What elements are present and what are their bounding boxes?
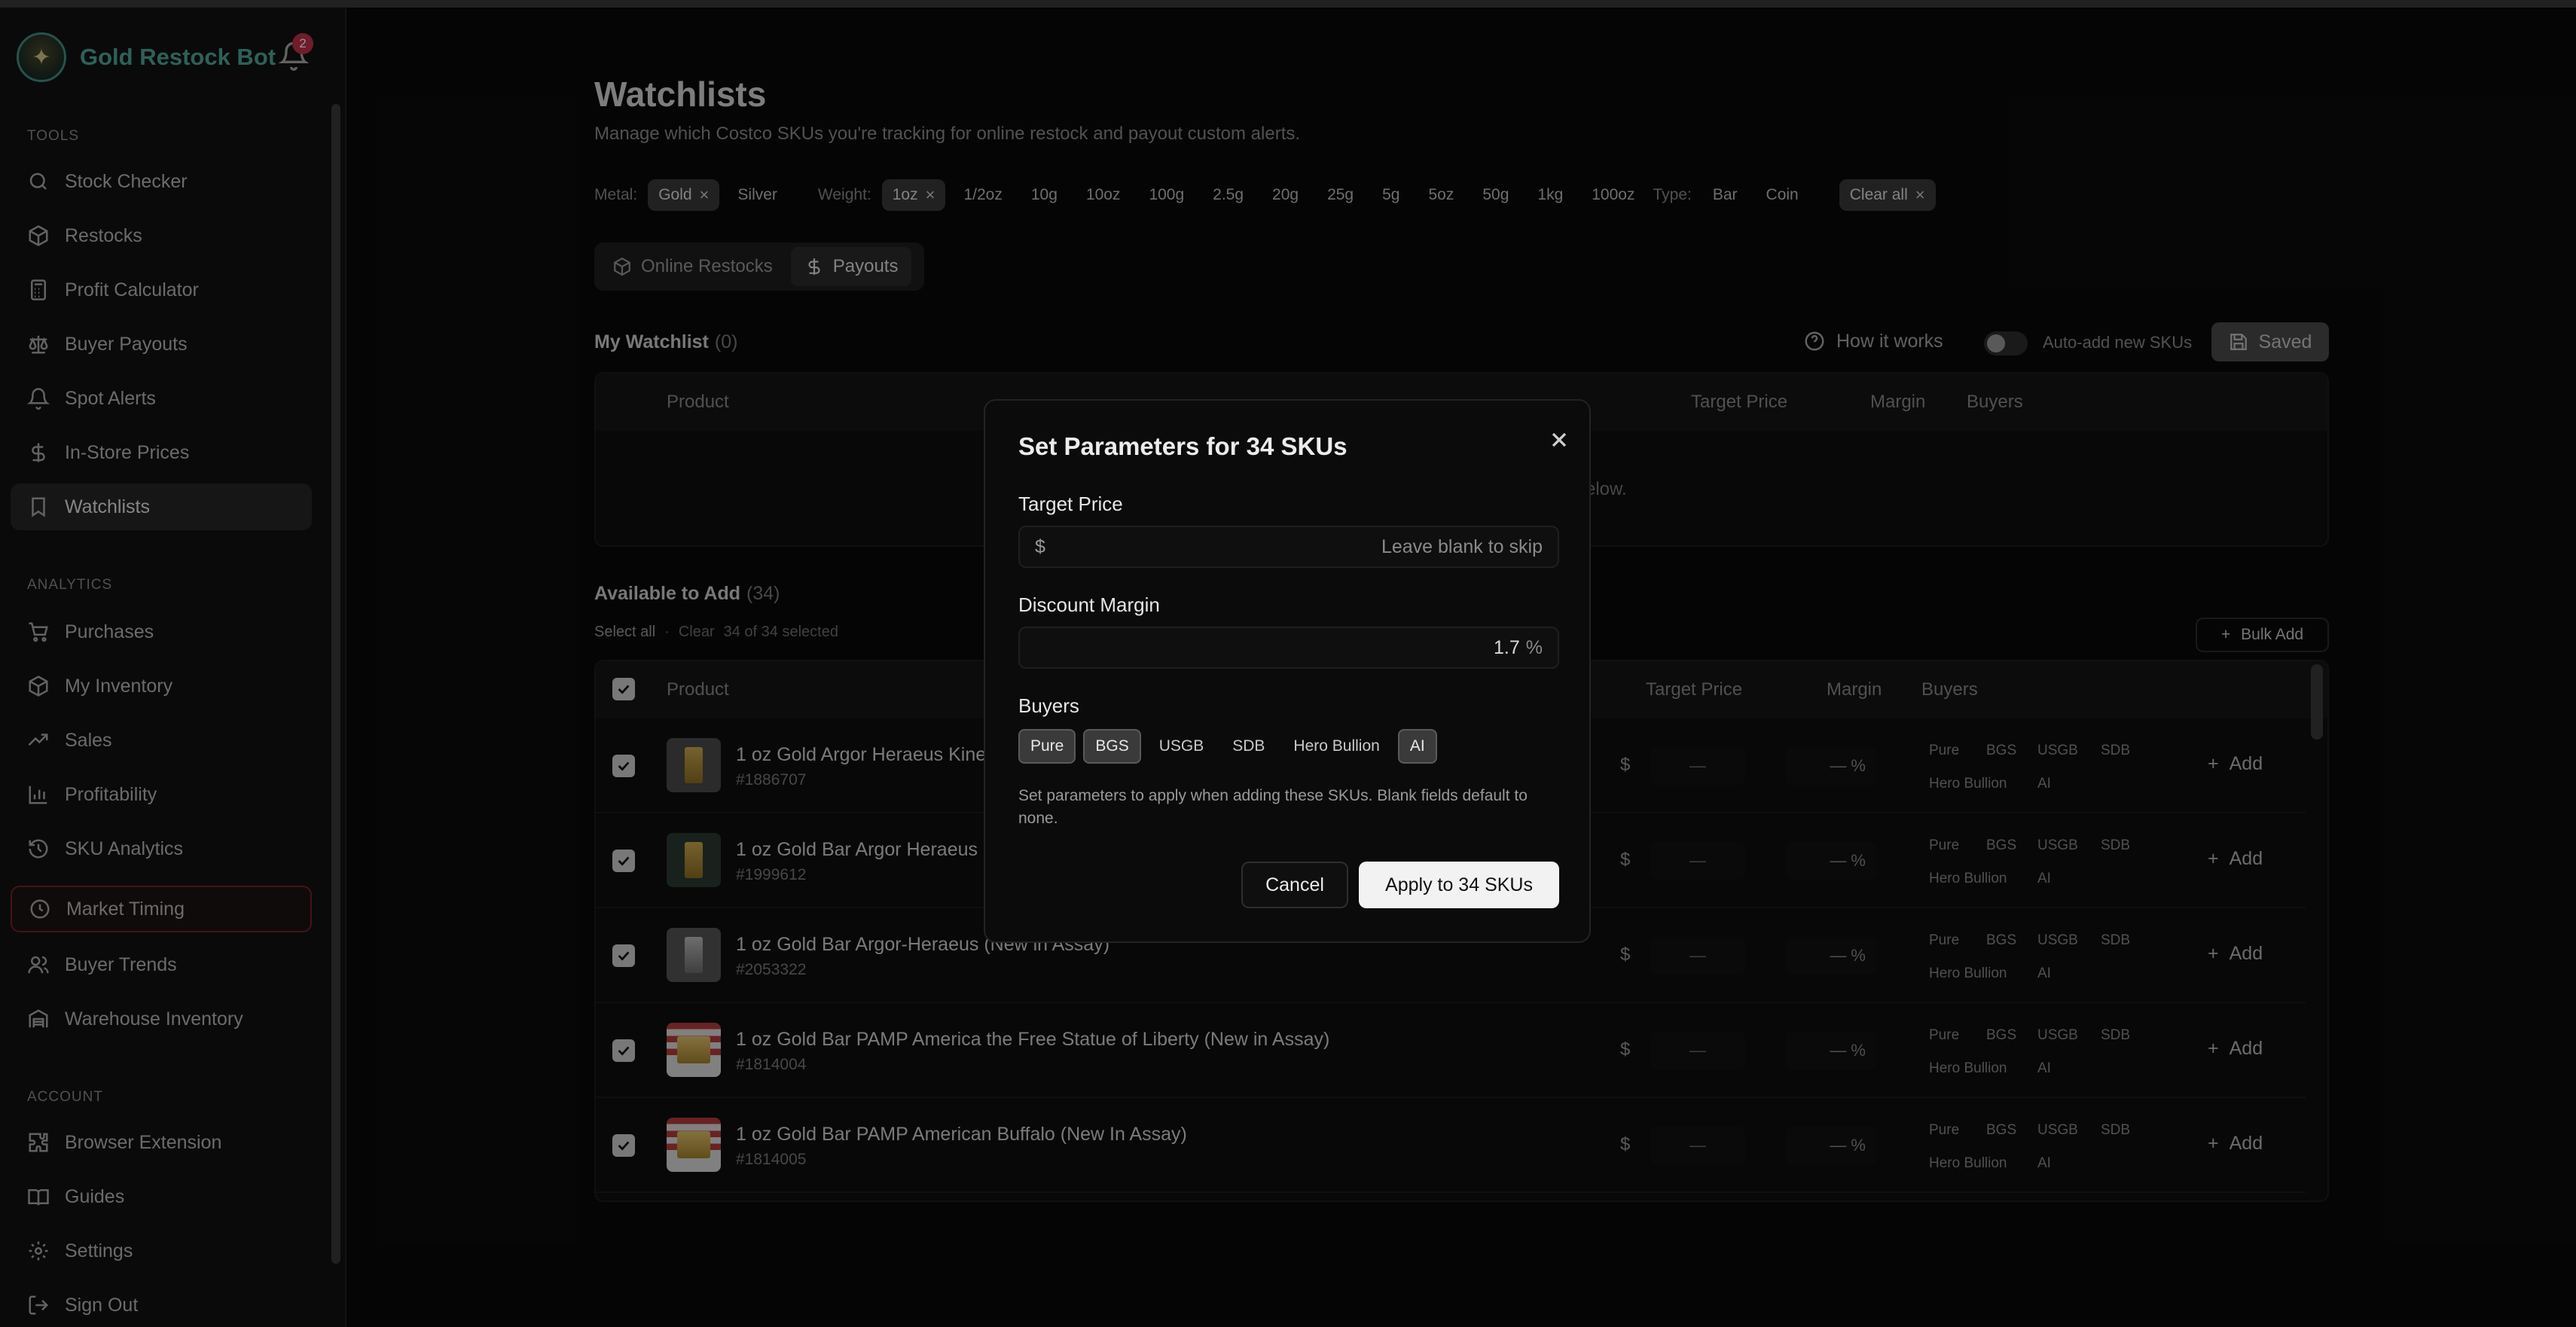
- buyer-toggle-ai[interactable]: AI: [1397, 729, 1437, 764]
- buyers-label: Buyers: [1018, 694, 1079, 717]
- buyer-toggle-pure[interactable]: Pure: [1018, 729, 1076, 764]
- close-button[interactable]: [1547, 428, 1571, 452]
- buyer-toggle-hero-bullion[interactable]: Hero Bullion: [1283, 729, 1390, 764]
- buyer-toggle-usgb[interactable]: USGB: [1149, 729, 1215, 764]
- discount-margin-label: Discount Margin: [1018, 593, 1160, 616]
- percent-suffix: %: [1525, 636, 1543, 658]
- discount-margin-field[interactable]: 1.7 %: [1018, 627, 1559, 669]
- dialog-help-text: Set parameters to apply when adding thes…: [1018, 787, 1528, 827]
- margin-value: 1.7: [1494, 636, 1520, 658]
- buyer-toggle-sdb[interactable]: SDB: [1222, 729, 1275, 764]
- buyer-toggle-bgs[interactable]: BGS: [1083, 729, 1141, 764]
- dialog-title: Set Parameters for 34 SKUs: [1018, 432, 1348, 460]
- target-price-field[interactable]: $ Leave blank to skip: [1018, 526, 1559, 568]
- close-icon: [1552, 432, 1567, 447]
- cancel-button[interactable]: Cancel: [1241, 862, 1348, 908]
- target-price-placeholder: Leave blank to skip: [1381, 535, 1543, 557]
- target-price-label: Target Price: [1018, 493, 1123, 515]
- set-parameters-dialog: Set Parameters for 34 SKUs Target Price …: [984, 399, 1591, 943]
- buyers-chip-group: Pure BGS USGB SDB Hero Bullion AI: [1018, 729, 1437, 764]
- currency-prefix: $: [1035, 535, 1045, 557]
- apply-button[interactable]: Apply to 34 SKUs: [1359, 862, 1559, 908]
